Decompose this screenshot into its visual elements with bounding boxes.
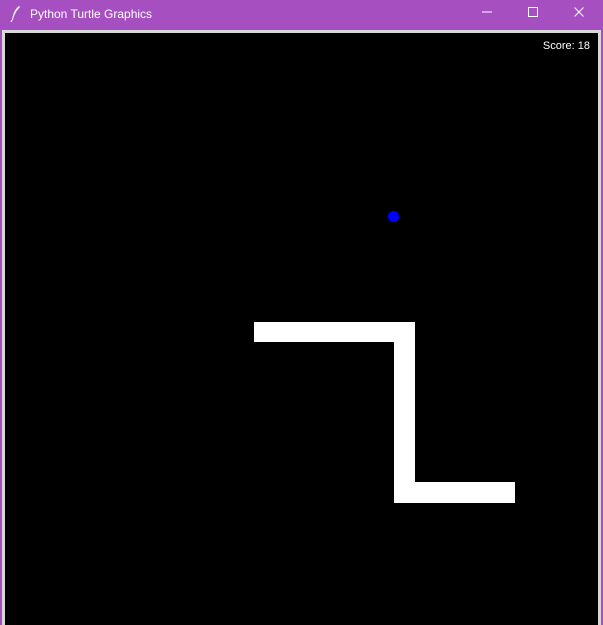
food-dot	[388, 211, 399, 222]
close-icon	[573, 5, 585, 23]
snake-segment-bottom	[394, 482, 515, 503]
minimize-icon	[481, 5, 493, 23]
feather-icon	[8, 5, 24, 23]
window-title: Python Turtle Graphics	[30, 7, 153, 21]
maximize-button[interactable]	[510, 0, 556, 28]
close-button[interactable]	[556, 0, 602, 28]
snake-segment-vertical	[394, 322, 415, 503]
score-display: Score: 18	[542, 40, 590, 52]
game-canvas[interactable]: Score: 18	[5, 33, 598, 625]
turtle-window: Python Turtle Graphics Score: 18	[0, 0, 603, 625]
maximize-icon	[527, 5, 539, 23]
title-bar[interactable]: Python Turtle Graphics	[0, 0, 603, 28]
snake-segment-top	[254, 322, 415, 342]
minimize-button[interactable]	[464, 0, 510, 28]
